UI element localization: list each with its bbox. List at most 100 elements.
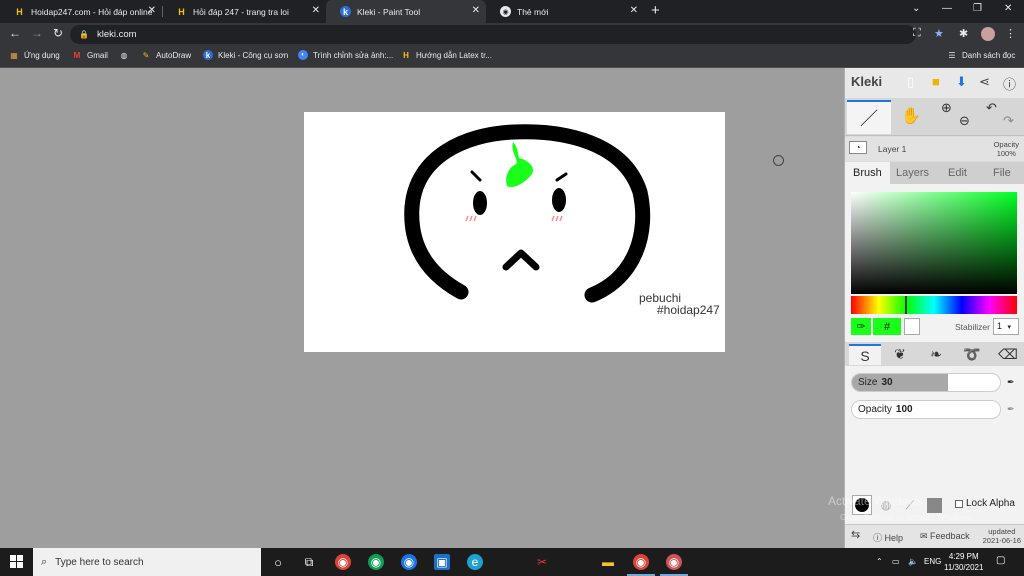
restore-icon[interactable]: ❐: [973, 3, 982, 14]
taskbar-search[interactable]: ⌕ Type here to search: [33, 548, 261, 576]
new-tab-button[interactable]: +: [651, 2, 660, 19]
tab-hoidap-1[interactable]: H Hoidap247.com - Hỏi đáp online ✕: [0, 0, 162, 23]
brush-tool-button[interactable]: ／: [847, 100, 891, 134]
color-saturation-picker[interactable]: [851, 192, 1017, 294]
back-icon[interactable]: ←: [9, 26, 21, 40]
bookmark-globe[interactable]: ◍: [119, 50, 134, 60]
eraser-button[interactable]: ⌫: [993, 344, 1023, 365]
menu-icon[interactable]: ⋮: [1005, 27, 1016, 40]
pen-pressure-icon[interactable]: ✒: [1007, 377, 1019, 389]
bookmark-star-icon[interactable]: ★: [934, 27, 944, 40]
updated-label: updated: [988, 527, 1016, 536]
snipping-icon[interactable]: ✂: [534, 554, 550, 570]
shading-brush-button[interactable]: ➰: [957, 344, 987, 365]
bookmark-gmail[interactable]: M Gmail: [72, 50, 108, 60]
secondary-color-swatch[interactable]: [904, 318, 920, 335]
extensions-icon[interactable]: ✱: [959, 27, 968, 40]
close-icon[interactable]: ✕: [148, 5, 156, 16]
share-icon[interactable]: ⋖: [979, 74, 990, 90]
cortana-icon[interactable]: ○: [270, 554, 286, 570]
forward-icon[interactable]: →: [31, 26, 43, 40]
lock-alpha-toggle[interactable]: Lock Alpha: [955, 498, 1015, 509]
close-icon[interactable]: ✕: [472, 5, 480, 16]
tab-file[interactable]: File: [993, 162, 1011, 184]
chrome-alt-icon[interactable]: ◉: [401, 554, 417, 570]
chrome-active-icon[interactable]: ◉: [666, 554, 682, 570]
window-close-icon[interactable]: ✕: [1004, 3, 1012, 14]
lock-icon[interactable]: 🔒: [79, 30, 89, 39]
tab-edit[interactable]: Edit: [948, 162, 967, 184]
tab-kleki[interactable]: k Kleki - Paint Tool ✕: [326, 0, 486, 23]
minimize-icon[interactable]: —: [942, 3, 952, 14]
left-eyebrow: [470, 170, 482, 182]
opacity-slider[interactable]: Opacity 100: [851, 400, 1001, 419]
updated-info[interactable]: updated 2021-06-16: [983, 527, 1021, 545]
kleki-logo[interactable]: Kleki: [851, 74, 882, 89]
bookmarks-bar: ▦ Ứng dụng M Gmail ◍ ✎ AutoDraw k Kleki …: [0, 46, 1024, 68]
tab-hoidap-2[interactable]: H Hỏi đáp 247 - trang tra loi ✕: [162, 0, 326, 23]
sketchy-brush-button[interactable]: ❧: [921, 344, 951, 365]
hand-tool-icon[interactable]: ✋: [901, 106, 921, 126]
eyedropper-button[interactable]: ✑: [851, 318, 871, 335]
opacity-pressure-icon[interactable]: ✒: [1007, 404, 1019, 416]
address-bar[interactable]: 🔒 kleki.com: [70, 25, 916, 44]
shading-brush-icon: ➰: [963, 346, 981, 362]
undo-icon[interactable]: ↶: [986, 100, 997, 116]
reload-icon[interactable]: ↻: [53, 26, 63, 40]
stabilizer-select[interactable]: 1 ▾: [993, 318, 1019, 335]
windows-start-icon[interactable]: [10, 555, 23, 568]
tab-layers[interactable]: Layers: [896, 162, 929, 184]
canvas-workspace[interactable]: pebuchi #hoidap247: [0, 68, 844, 548]
tab-brush[interactable]: Brush: [845, 162, 890, 184]
notification-icon[interactable]: ▢: [996, 555, 1005, 566]
bookmark-autodraw[interactable]: ✎ AutoDraw: [141, 50, 191, 60]
edge-icon[interactable]: e: [467, 554, 483, 570]
zoom-in-icon[interactable]: ⊕: [941, 100, 952, 116]
help-icon[interactable]: ⓘ: [1003, 74, 1016, 93]
tab-search-icon[interactable]: ⌄: [912, 3, 920, 14]
chrome-icon[interactable]: ◉: [335, 554, 351, 570]
drawing-canvas[interactable]: pebuchi #hoidap247: [304, 112, 725, 352]
size-label: Size: [858, 377, 878, 388]
new-image-icon[interactable]: ▯: [907, 74, 914, 90]
close-icon[interactable]: ✕: [312, 5, 320, 16]
hue-slider[interactable]: [851, 296, 1017, 314]
tab-new[interactable]: ◉ Thẻ mới ✕: [486, 0, 644, 23]
redo-icon[interactable]: ↷: [1003, 113, 1014, 129]
file-explorer-icon[interactable]: ▬: [600, 554, 616, 570]
lock-alpha-checkbox[interactable]: [955, 499, 963, 508]
store-icon[interactable]: ▣: [434, 554, 450, 570]
pen-brush-button[interactable]: S: [849, 344, 881, 365]
profile-avatar[interactable]: [981, 27, 995, 41]
bookmark-photo-editor[interactable]: ◐ Trình chỉnh sửa ảnh:...: [298, 50, 393, 60]
zoom-out-icon[interactable]: ⊖: [959, 113, 970, 129]
chrome-window-icon[interactable]: ◉: [633, 554, 649, 570]
task-view-icon[interactable]: ⧉: [301, 554, 317, 570]
blend-brush-button[interactable]: ❦: [885, 344, 915, 365]
bookmark-latex[interactable]: H Hướng dẫn Latex tr...: [401, 50, 492, 60]
active-layer-row[interactable]: ◔ Layer 1 Opacity 100%: [845, 137, 1024, 161]
help-link[interactable]: ⓘ Help: [873, 531, 903, 544]
system-clock[interactable]: 4:29 PM 11/30/2021: [944, 551, 983, 573]
windows-taskbar: ⌕ Type here to search ○ ⧉ ◉ ◉ ◉ ▣ e ✂ ▬ …: [0, 548, 1024, 576]
chrome-profile-icon[interactable]: ◉: [368, 554, 384, 570]
bookmark-kleki[interactable]: k Kleki - Công cụ sơn: [203, 50, 288, 60]
reading-list[interactable]: ☰ Danh sách đọc: [947, 50, 1015, 60]
language-indicator[interactable]: ENG: [924, 557, 941, 566]
feedback-link[interactable]: ✉ Feedback: [920, 531, 970, 542]
network-icon[interactable]: ▭: [892, 557, 900, 566]
size-slider[interactable]: Size 30: [851, 373, 1001, 392]
hue-marker[interactable]: [905, 296, 907, 314]
download-icon[interactable]: ⬇: [956, 74, 967, 90]
bookmark-apps[interactable]: ▦ Ứng dụng: [9, 50, 60, 60]
tray-chevron-icon[interactable]: ⌃: [876, 557, 883, 566]
search-placeholder: Type here to search: [55, 556, 144, 568]
open-folder-icon[interactable]: ■: [932, 74, 940, 89]
autodraw-icon: ✎: [142, 50, 150, 60]
swap-icon[interactable]: ⇆: [851, 528, 860, 541]
chevron-down-icon: ▾: [1007, 324, 1012, 331]
close-icon[interactable]: ✕: [630, 5, 638, 16]
translate-icon[interactable]: ⛶: [913, 27, 921, 40]
hex-input-button[interactable]: #: [873, 318, 901, 335]
volume-icon[interactable]: 🔈: [908, 557, 918, 566]
